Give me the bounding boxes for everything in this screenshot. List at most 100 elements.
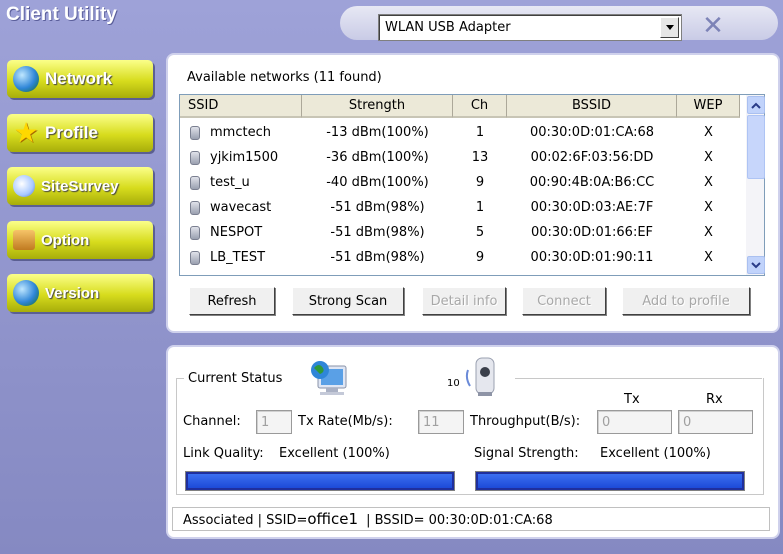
- tx-rate-label: Tx Rate(Mb/s):: [298, 414, 393, 429]
- column-header-bssid[interactable]: BSSID: [507, 95, 677, 118]
- link-quality-value: Excellent (100%): [279, 446, 390, 461]
- cell-ch: 9: [475, 250, 485, 265]
- current-status-label: Current Status: [188, 371, 283, 386]
- network-row[interactable]: yjkim1500 -36 dBm(100%) 13 00:02:6F:03:56:D…: [180, 147, 740, 169]
- throughput-tx-field: 0: [597, 410, 672, 434]
- column-header-ssid[interactable]: SSID: [180, 95, 302, 118]
- scroll-down-icon[interactable]: [747, 256, 765, 274]
- cell-ch: 13: [471, 150, 489, 165]
- nav-profile-button[interactable]: ★ Profile: [7, 114, 153, 152]
- globe-icon: [13, 280, 39, 306]
- magnifier-icon: [13, 175, 35, 197]
- close-icon[interactable]: ✕: [698, 12, 728, 40]
- cell-wep: X: [704, 125, 713, 140]
- access-point-icon: [190, 151, 200, 165]
- link-quality-track: [185, 471, 455, 491]
- network-row[interactable]: wavecast -51 dBm(98%) 1 00:30:0D:03:AE:7F X: [180, 197, 740, 219]
- nav-version-button[interactable]: Version: [7, 274, 153, 312]
- cell-strength: -40 dBm(100%): [326, 175, 429, 190]
- cell-wep: X: [704, 175, 713, 190]
- channel-label: Channel:: [183, 414, 241, 429]
- networks-scrollbar[interactable]: [746, 95, 765, 275]
- strong-scan-button[interactable]: Strong Scan: [292, 287, 404, 315]
- connection-status-bar: Associated | SSID=office1 | BSSID= 00:30:…: [172, 507, 770, 531]
- cell-strength: -13 dBm(100%): [326, 125, 429, 140]
- status-associated-text: Associated | SSID=: [183, 513, 308, 528]
- app-title: Client Utility: [6, 4, 117, 25]
- cell-ssid: yjkim1500: [210, 150, 279, 165]
- nav-option-label: Option: [41, 231, 90, 249]
- access-point-icon: [190, 126, 200, 140]
- nav-network-button[interactable]: Network: [7, 60, 153, 98]
- network-row[interactable]: mmctech -13 dBm(100%) 1 00:30:0D:01:CA:68 X: [180, 122, 740, 144]
- tx-rate-field: 11: [418, 410, 464, 434]
- cell-strength: -51 dBm(98%): [330, 200, 425, 215]
- adapter-select[interactable]: WLAN USB Adapter: [378, 14, 682, 41]
- cell-ssid: LB_TEST: [210, 250, 266, 265]
- throughput-rx-field: 0: [678, 410, 753, 434]
- adapter-icon: [464, 356, 504, 400]
- nav-option-button[interactable]: Option: [7, 221, 153, 259]
- network-row[interactable]: test_u -40 dBm(100%) 9 00:90:4B:0A:B6:CC X: [180, 172, 740, 194]
- nav-sitesurvey-label: SiteSurvey: [41, 177, 119, 195]
- network-row[interactable]: NESPOT -51 dBm(98%) 5 00:30:0D:01:66:EF X: [180, 222, 740, 244]
- refresh-button[interactable]: Refresh: [189, 287, 275, 315]
- cell-wep: X: [704, 225, 713, 240]
- cell-strength: -36 dBm(100%): [326, 150, 429, 165]
- access-point-icon: [190, 251, 200, 265]
- cell-bssid: 00:30:0D:03:AE:7F: [530, 200, 654, 215]
- rx-column-label: Rx: [706, 392, 723, 407]
- globe-icon: [13, 66, 39, 92]
- add-to-profile-button[interactable]: Add to profile: [622, 287, 750, 315]
- signal-strength-label: Signal Strength:: [474, 446, 579, 461]
- cell-ssid: wavecast: [210, 200, 272, 215]
- cell-ssid: NESPOT: [210, 225, 263, 240]
- cell-ssid: mmctech: [210, 125, 271, 140]
- cell-bssid: 00:90:4B:0A:B6:CC: [529, 175, 655, 190]
- status-bssid-text: | BSSID= 00:30:0D:01:CA:68: [366, 513, 553, 528]
- nav-network-label: Network: [45, 69, 113, 88]
- scroll-up-icon[interactable]: [747, 96, 765, 114]
- column-header-strength[interactable]: Strength: [302, 95, 453, 118]
- column-header-wep[interactable]: WEP: [677, 95, 740, 118]
- cell-ch: 1: [475, 200, 485, 215]
- signal-strength-track: [475, 471, 745, 491]
- cell-ssid: test_u: [210, 175, 250, 190]
- adapter-select-value: WLAN USB Adapter: [385, 20, 511, 35]
- networks-list[interactable]: SSID Strength Ch BSSID WEP mmctech -13 dB…: [179, 94, 765, 276]
- tx-column-label: Tx: [624, 392, 640, 407]
- signal-strength-bar: [476, 472, 744, 490]
- link-quality-label: Link Quality:: [183, 446, 264, 461]
- status-group-line-left: [176, 378, 184, 379]
- scroll-thumb[interactable]: [747, 115, 765, 179]
- toolbox-icon: [13, 230, 35, 250]
- client-utility-window: Client Utility WLAN USB Adapter ✕ Networ…: [0, 0, 783, 554]
- link-quality-bar: [186, 472, 454, 490]
- cell-bssid: 00:30:0D:01:66:EF: [530, 225, 654, 240]
- cell-wep: X: [704, 200, 713, 215]
- cell-ch: 5: [475, 225, 485, 240]
- networks-count-label: Available networks (11 found): [187, 70, 382, 85]
- nav-version-label: Version: [45, 284, 100, 302]
- cell-ch: 9: [475, 175, 485, 190]
- cell-strength: -51 dBm(98%): [330, 225, 425, 240]
- access-point-icon: [190, 176, 200, 190]
- cell-wep: X: [704, 250, 713, 265]
- nav-profile-label: Profile: [45, 123, 98, 142]
- channel-field: 1: [256, 410, 292, 434]
- chevron-down-icon[interactable]: [660, 17, 679, 38]
- detail-info-button[interactable]: Detail info: [422, 287, 506, 315]
- star-icon: ★: [13, 116, 39, 149]
- computer-icon: [308, 358, 352, 398]
- status-group-line-right: [515, 378, 762, 379]
- cell-bssid: 00:02:6F:03:56:DD: [530, 150, 654, 165]
- access-point-icon: [190, 226, 200, 240]
- throughput-label: Throughput(B/s):: [470, 414, 581, 429]
- connect-button[interactable]: Connect: [522, 287, 606, 315]
- network-row[interactable]: LB_TEST -51 dBm(98%) 9 00:30:0D:01:90:11 X: [180, 247, 740, 269]
- antenna-level-label: 10: [447, 378, 460, 389]
- cell-bssid: 00:30:0D:01:CA:68: [529, 125, 655, 140]
- nav-sitesurvey-button[interactable]: SiteSurvey: [7, 167, 153, 205]
- column-header-ch[interactable]: Ch: [453, 95, 507, 118]
- cell-bssid: 00:30:0D:01:90:11: [530, 250, 654, 265]
